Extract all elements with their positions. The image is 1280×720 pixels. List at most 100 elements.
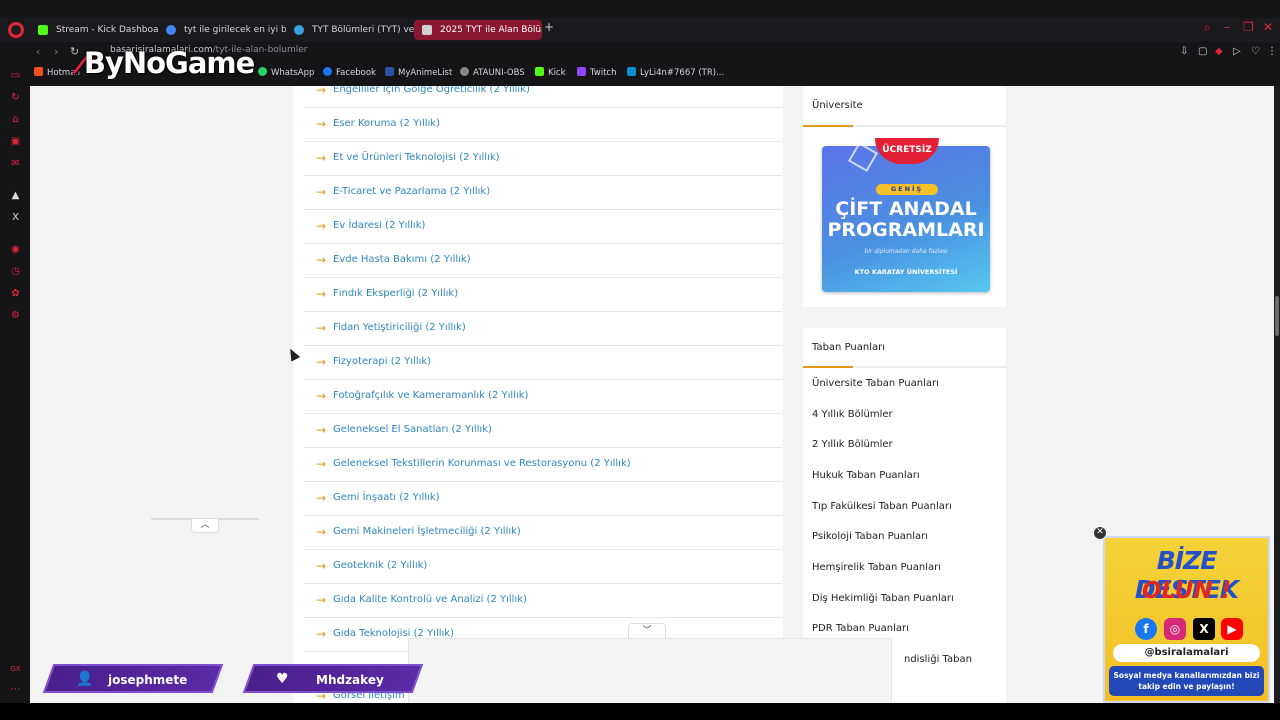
taban-link[interactable]: 4 Yıllık Bölümler bbox=[812, 409, 893, 420]
list-item[interactable]: → E-Ticaret ve Pazarlama (2 Yıllık) bbox=[304, 176, 782, 210]
settings-side-icon[interactable]: ⚙ bbox=[10, 310, 21, 321]
list-item[interactable]: → Gemi Makineleri İşletmeciliği (2 Yıllık… bbox=[304, 516, 782, 550]
arrow-right-icon: → bbox=[316, 287, 327, 301]
program-link[interactable]: Gemi Makineleri İşletmeciliği (2 Yıllık) bbox=[333, 526, 521, 537]
tab-kick-dashboard[interactable]: Stream - Kick Dashboard bbox=[30, 20, 158, 40]
arrow-right-icon: → bbox=[316, 219, 327, 233]
bag-side-icon[interactable]: ⌂ bbox=[10, 114, 21, 125]
list-item[interactable]: → Fidan Yetiştiriciliği (2 Yıllık) bbox=[304, 312, 782, 346]
program-link[interactable]: Gıda Kalite Kontrolü ve Analizi (2 Yıllı… bbox=[333, 594, 527, 605]
bookmark-hotmail[interactable]: Hotmail bbox=[34, 67, 80, 78]
list-item[interactable]: → Fizyoterapi (2 Yıllık) bbox=[304, 346, 782, 380]
list-item[interactable]: → Ev İdaresi (2 Yıllık) bbox=[304, 210, 782, 244]
tab-label: tyt ile girilecek en iyi bölü bbox=[184, 25, 286, 35]
bookmark-twitch[interactable]: Twitch bbox=[577, 67, 617, 78]
minimize-icon[interactable]: – bbox=[1224, 20, 1230, 34]
list-item[interactable]: → Fotoğrafçılık ve Kameramanlık (2 Yıllık… bbox=[304, 380, 782, 414]
more-side-icon[interactable]: ⋯ bbox=[10, 684, 21, 695]
program-link[interactable]: Geleneksel El Sanatları (2 Yıllık) bbox=[333, 424, 492, 435]
arrow-right-icon: → bbox=[316, 457, 327, 471]
history-side-icon[interactable]: ◷ bbox=[10, 266, 21, 277]
back-icon[interactable]: ‹ bbox=[36, 45, 40, 58]
collapse-up-button[interactable]: ︿ bbox=[191, 519, 219, 533]
program-link[interactable]: Fotoğrafçılık ve Kameramanlık (2 Yıllık) bbox=[333, 390, 528, 401]
menu-icon[interactable]: ⋮ bbox=[1267, 46, 1277, 57]
bookmark-whatsapp[interactable]: WhatsApp bbox=[258, 67, 314, 78]
taban-link[interactable]: Hukuk Taban Puanları bbox=[812, 470, 920, 481]
taban-link[interactable]: ndisliği Taban bbox=[904, 654, 972, 665]
taban-link[interactable]: 2 Yıllık Bölümler bbox=[812, 439, 893, 450]
page-scrollbar[interactable] bbox=[1274, 86, 1280, 703]
program-link[interactable]: E-Ticaret ve Pazarlama (2 Yıllık) bbox=[333, 186, 490, 197]
tab-active-tyt-alan[interactable]: 2025 TYT ile Alan Bölümle bbox=[414, 20, 542, 40]
list-item[interactable]: → Engelliler İçin Gölge Öğreticilik (2 Yı… bbox=[304, 86, 782, 108]
bookmark-label: Facebook bbox=[336, 68, 376, 78]
taban-link[interactable]: Hemşirelik Taban Puanları bbox=[812, 562, 941, 573]
player-icon[interactable]: ▷ bbox=[1233, 46, 1241, 57]
gx-side-icon[interactable]: GX bbox=[10, 664, 21, 675]
list-item[interactable]: → Gemi İnşaatı (2 Yıllık) bbox=[304, 482, 782, 516]
maximize-icon[interactable]: ❐ bbox=[1243, 20, 1254, 34]
taban-link[interactable]: Üniversite Taban Puanları bbox=[812, 378, 939, 389]
x-icon[interactable]: X bbox=[1193, 618, 1215, 640]
bookmark-myanimelist[interactable]: MyAnimeList bbox=[385, 67, 452, 78]
ai-side-icon[interactable]: ▲ bbox=[10, 190, 21, 201]
extensions-side-icon[interactable]: ✿ bbox=[10, 288, 21, 299]
list-item[interactable]: → Evde Hasta Bakımı (2 Yıllık) bbox=[304, 244, 782, 278]
program-link[interactable]: Fındık Eksperliği (2 Yıllık) bbox=[333, 288, 458, 299]
cast-icon[interactable]: ▢ bbox=[1198, 46, 1207, 57]
player-side-icon[interactable]: ◉ bbox=[10, 244, 21, 255]
youtube-icon[interactable]: ▶ bbox=[1221, 618, 1243, 640]
search-tabs-icon[interactable]: ⌕ bbox=[1204, 20, 1211, 35]
bookmark-facebook[interactable]: Facebook bbox=[323, 67, 376, 78]
program-link[interactable]: Et ve Ürünleri Teknolojisi (2 Yıllık) bbox=[333, 152, 500, 163]
heart-outline-icon[interactable]: ♡ bbox=[1251, 46, 1260, 57]
tab-tyt-bolumleri[interactable]: TYT Bölümleri (TYT) ve T bbox=[286, 20, 414, 40]
tab-google-search[interactable]: tyt ile girilecek en iyi bölü bbox=[158, 20, 286, 40]
new-tab-plus-icon[interactable]: + bbox=[544, 20, 554, 34]
list-item[interactable]: → Et ve Ürünleri Teknolojisi (2 Yıllık) bbox=[304, 142, 782, 176]
list-item[interactable]: → Geleneksel El Sanatları (2 Yıllık) bbox=[304, 414, 782, 448]
snapshot-icon[interactable]: ⇩ bbox=[1180, 46, 1188, 57]
taban-link[interactable]: PDR Taban Puanları bbox=[812, 623, 909, 634]
program-link[interactable]: Gemi İnşaatı (2 Yıllık) bbox=[333, 492, 440, 503]
sticky-ad-toggle-button[interactable]: ﹀ bbox=[628, 623, 666, 639]
program-link[interactable]: Eser Koruma (2 Yıllık) bbox=[333, 118, 440, 129]
opera-logo-icon[interactable] bbox=[8, 22, 24, 38]
forward-icon[interactable]: › bbox=[54, 45, 58, 58]
list-item[interactable]: → Gıda Kalite Kontrolü ve Analizi (2 Yıll… bbox=[304, 584, 782, 618]
program-link[interactable]: Engelliler İçin Gölge Öğreticilik (2 Yıl… bbox=[333, 86, 530, 95]
x-side-icon[interactable]: X bbox=[10, 212, 21, 223]
close-icon[interactable]: ✕ bbox=[1093, 526, 1107, 540]
close-window-icon[interactable]: ✕ bbox=[1263, 20, 1273, 34]
reload-icon[interactable]: ↻ bbox=[70, 45, 79, 58]
twitch-side-icon[interactable]: ▭ bbox=[10, 70, 21, 81]
user-icon: 👤 bbox=[76, 671, 94, 687]
mail-side-icon[interactable]: ✉ bbox=[10, 158, 21, 169]
gamepad-side-icon[interactable]: ▣ bbox=[10, 136, 21, 147]
program-link[interactable]: Ev İdaresi (2 Yıllık) bbox=[333, 220, 425, 231]
list-item[interactable]: → Eser Koruma (2 Yıllık) bbox=[304, 108, 782, 142]
program-link[interactable]: Fizyoterapi (2 Yıllık) bbox=[333, 356, 431, 367]
taban-link[interactable]: Psikoloji Taban Puanları bbox=[812, 531, 928, 542]
windows-icon bbox=[34, 67, 43, 76]
scrollbar-thumb[interactable] bbox=[1275, 296, 1279, 336]
taban-link[interactable]: Diş Hekimliği Taban Puanları bbox=[812, 593, 954, 604]
bookmark-atauni[interactable]: ATAUNI-OBS bbox=[460, 67, 525, 78]
program-link[interactable]: Fidan Yetiştiriciliği (2 Yıllık) bbox=[333, 322, 466, 333]
program-link[interactable]: Geoteknik (2 Yıllık) bbox=[333, 560, 427, 571]
cift-anadal-ad-banner[interactable]: ÜCRETSİZ GENİŞ ÇİFT ANADAL PROGRAMLARI b… bbox=[822, 138, 990, 292]
refresh-side-icon[interactable]: ↻ bbox=[10, 92, 21, 103]
bookmark-kick[interactable]: Kick bbox=[535, 67, 566, 78]
list-item[interactable]: → Fındık Eksperliği (2 Yıllık) bbox=[304, 278, 782, 312]
shield-icon[interactable]: ◆ bbox=[1215, 46, 1223, 57]
taban-link[interactable]: Tıp Fakülkesi Taban Puanları bbox=[812, 501, 952, 512]
bookmark-discord[interactable]: LyLi4n#7667 (TR)... bbox=[627, 67, 724, 78]
program-link[interactable]: Evde Hasta Bakımı (2 Yıllık) bbox=[333, 254, 471, 265]
program-link[interactable]: Geleneksel Tekstillerin Korunması ve Res… bbox=[333, 458, 631, 469]
list-item[interactable]: → Geoteknik (2 Yıllık) bbox=[304, 550, 782, 584]
list-item[interactable]: → Geleneksel Tekstillerin Korunması ve Re… bbox=[304, 448, 782, 482]
arrow-right-icon: → bbox=[316, 627, 327, 641]
facebook-icon[interactable]: f bbox=[1135, 618, 1157, 640]
instagram-icon[interactable]: ◎ bbox=[1164, 618, 1186, 640]
